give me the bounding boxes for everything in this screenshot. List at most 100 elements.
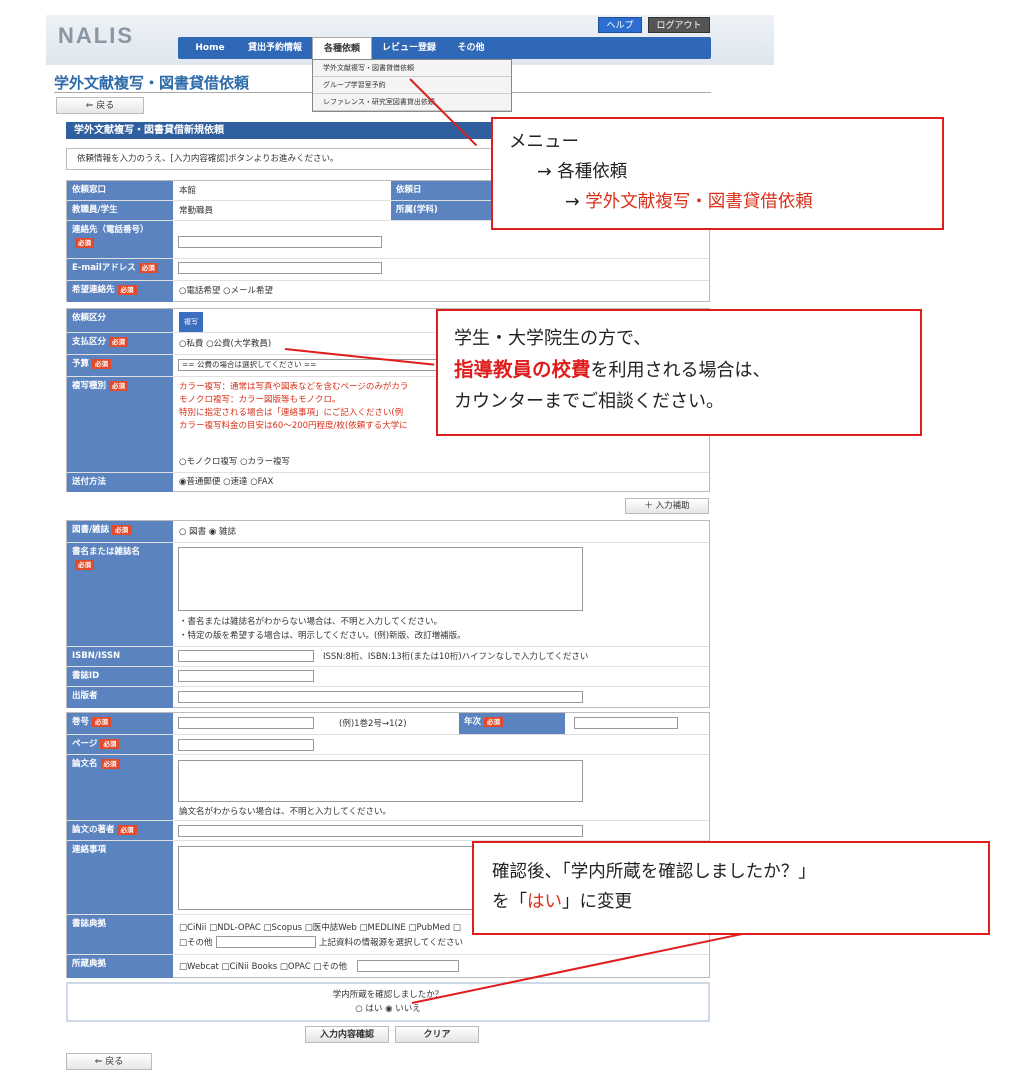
payment-options[interactable]: ○私費 ○公費(大学教員) (179, 335, 271, 353)
nalis-logo[interactable]: NALIS (58, 23, 134, 49)
biblio-source-options[interactable]: □CiNii □NDL-OPAC □Scopus □医中誌Web □MEDLIN… (179, 921, 461, 933)
title-label-text: 書名または雑誌名 (72, 547, 141, 557)
callout-2-text: を利用される場合は、 (590, 360, 771, 381)
tel-input[interactable] (178, 236, 382, 248)
required-badge: 必須 (112, 524, 132, 535)
callout-1-line-2: → 各種依頼 (537, 162, 628, 182)
menu-item-reference[interactable]: レファレンス・研究室図書貸出依頼 (313, 94, 511, 111)
year-label: 年次 必須 (459, 713, 565, 734)
email-input[interactable] (178, 262, 382, 274)
biblio-source-label: 書誌典拠 (67, 915, 173, 954)
holding-confirm-options[interactable]: ○ はい ◉ いいえ (68, 1002, 708, 1016)
help-button[interactable]: ヘルプ (598, 17, 642, 33)
send-options[interactable]: ◉普通郵便 ○速達 ○FAX (179, 473, 273, 491)
required-badge: 必須 (75, 559, 94, 570)
back-button-bottom[interactable]: ⇐ 戻る (66, 1053, 152, 1070)
required-badge: 必須 (138, 262, 158, 273)
article-title-textarea[interactable] (178, 760, 583, 802)
required-badge: 必須 (109, 380, 129, 391)
required-badge: 必須 (75, 237, 94, 248)
isbn-input[interactable] (178, 650, 314, 662)
email-label-text: E-mailアドレス (72, 263, 136, 273)
clear-button[interactable]: クリア (395, 1026, 479, 1043)
biblio-other-option[interactable]: □その他 (179, 936, 213, 948)
publisher-input[interactable] (178, 691, 583, 703)
callout-3-line-1: 確認後、「学内所蔵を確認しましたか？」 (492, 862, 816, 882)
holding-other-input[interactable] (357, 960, 459, 972)
row-holding-source: 所蔵典拠 □Webcat □CiNii Books □OPAC □その他 (67, 955, 709, 978)
biblio-other-input[interactable] (216, 936, 316, 948)
callout-3-line-2: を「はい」に変更 (492, 887, 970, 917)
dept-label: 所属(学科) (391, 201, 497, 220)
author-input[interactable] (178, 825, 583, 837)
copy-note-4: カラー複写料金の目安は60～200円程度/枚(依頼する大学に (179, 421, 408, 431)
contact-options[interactable]: ○電話希望 ○メール希望 (179, 282, 273, 300)
volume-label: 巻号 必須 (67, 713, 173, 734)
page-title: 学外文献複写・図書貸借依頼 (54, 74, 250, 92)
confirm-input-button[interactable]: 入力内容確認 (305, 1026, 389, 1043)
copy-note-2: モノクロ複写：カラー図版等もモノクロ。 (179, 395, 341, 405)
copy-type-badge[interactable]: 複写 (179, 312, 203, 332)
copy-kind-options[interactable]: ○モノクロ複写 ○カラー複写 (179, 455, 290, 467)
input-assist-button[interactable]: ＋ 入力補助 (625, 498, 709, 514)
section-material: 図書/雑誌 必須 ○ 図書 ◉ 雑誌 書名または雑誌名 必須 ・書名または雑誌名がわ… (66, 520, 710, 708)
back-button-top[interactable]: ⇐ 戻る (56, 97, 144, 114)
volume-note: (例)1巻2号→1(2) (339, 719, 407, 729)
holding-source-options[interactable]: □Webcat □CiNii Books □OPAC □その他 (179, 960, 347, 972)
staff-value: 常勤職員 (179, 206, 214, 216)
requests-dropdown: 学外文献複写・図書貸借依頼 グループ学習室予約 レファレンス・研究室図書貸出依頼 (312, 59, 512, 112)
bibid-input[interactable] (178, 670, 314, 682)
callout-budget-note: 学生・大学院生の方で、 指導教員の校費を利用される場合は、 カウンターまでご相談… (436, 309, 922, 436)
volume-label-text: 巻号 (72, 717, 90, 727)
row-article-title: 論文名 必須 論文名がわからない場合は、不明と入力してください。 (67, 755, 709, 821)
year-input[interactable] (574, 717, 678, 729)
copy-kind-label: 複写種別 必須 (67, 377, 173, 472)
required-badge: 必須 (100, 738, 120, 749)
window-label: 依頼窓口 (67, 181, 173, 200)
nav-other[interactable]: その他 (446, 37, 496, 59)
required-badge: 必須 (484, 716, 504, 727)
logout-button[interactable]: ログアウト (648, 17, 710, 33)
required-badge: 必須 (92, 716, 112, 727)
page-input[interactable] (178, 739, 314, 751)
title-note-1: ・書名または雑誌名がわからない場合は、不明と入力してください。 (179, 617, 442, 627)
copy-note-3: 特別に指定される場合は「連絡事項」にご記入ください(例 (179, 408, 404, 418)
row-volume: 巻号 必須 (例)1巻2号→1(2) 年次 必須 (67, 713, 709, 735)
callout-1-line-1: メニュー (509, 132, 579, 152)
nav-loan-reservation[interactable]: 貸出予約情報 (240, 37, 310, 59)
callout-1-arrow: → (565, 192, 586, 212)
window-value: 本館 (179, 186, 197, 196)
remarks-label: 連絡事項 (67, 841, 173, 914)
row-title: 書名または雑誌名 必須 ・書名または雑誌名がわからない場合は、不明と入力してくださ… (67, 543, 709, 647)
row-isbn: ISBN/ISSN ISSN:8桁、ISBN:13桁(または10桁)ハイフンなし… (67, 647, 709, 667)
row-publisher: 出版者 (67, 687, 709, 708)
nav-requests[interactable]: 各種依頼 (312, 37, 372, 59)
menu-item-ill-request[interactable]: 学外文献複写・図書貸借依頼 (313, 60, 511, 77)
required-badge: 必須 (117, 284, 137, 295)
budget-label: 予算 必須 (67, 355, 173, 376)
callout-3-text-b: 」に変更 (562, 892, 632, 912)
nav-review[interactable]: レビュー登録 (376, 37, 442, 59)
required-badge: 必須 (92, 358, 112, 369)
book-magazine-label: 図書/雑誌 必須 (67, 521, 173, 542)
callout-1-line-3: → 学外文献複写・図書貸借依頼 (509, 187, 926, 217)
required-badge: 必須 (109, 336, 129, 347)
payment-label-text: 支払区分 (72, 337, 107, 347)
biblio-source-note: 上記資料の情報源を選択してください (319, 938, 463, 948)
article-title-note: 論文名がわからない場合は、不明と入力してください。 (179, 807, 391, 817)
callout-3-text-a: を「 (492, 892, 527, 912)
author-label: 論文の著者 必須 (67, 821, 173, 840)
nav-home[interactable]: Home (188, 37, 232, 59)
title-textarea[interactable] (178, 547, 583, 611)
callout-confirm-note: 確認後、「学内所蔵を確認しましたか？」 を「はい」に変更 (472, 841, 990, 935)
required-badge: 必須 (100, 758, 120, 769)
book-magazine-options[interactable]: ○ 図書 ◉ 雑誌 (179, 523, 236, 541)
type-label: 依頼区分 (67, 309, 173, 332)
article-title-label: 論文名 必須 (67, 755, 173, 820)
tel-label-text: 連絡先（電話番号） (72, 225, 149, 235)
volume-input[interactable] (178, 717, 314, 729)
holding-source-label: 所蔵典拠 (67, 955, 173, 978)
page-label-text: ページ (72, 739, 98, 749)
callout-1-target: 学外文献複写・図書貸借依頼 (585, 192, 813, 212)
book-magazine-label-text: 図書/雑誌 (72, 525, 110, 535)
